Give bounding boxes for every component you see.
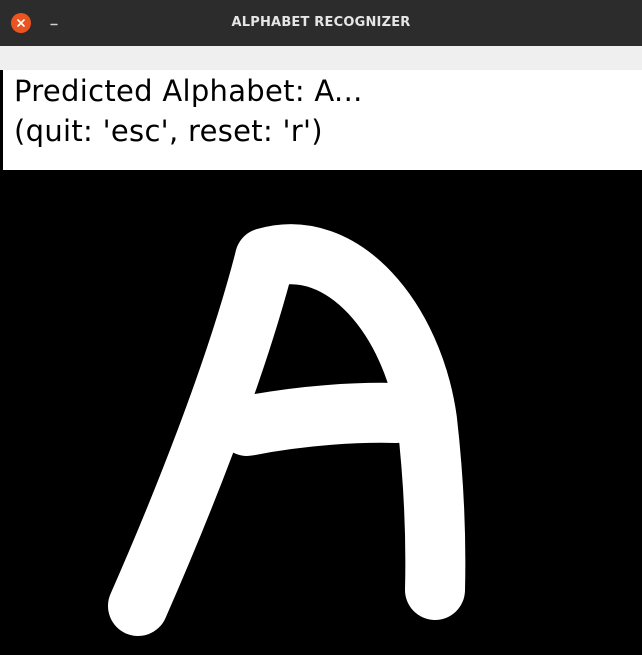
window-title: ALPHABET RECOGNIZER — [231, 15, 411, 30]
stroke-crossbar — [217, 382, 426, 456]
controls-hint: (quit: 'esc', reset: 'r') — [14, 114, 323, 148]
toolbar-strip — [0, 46, 642, 70]
prediction-banner: Predicted Alphabet: A... (quit: 'esc', r… — [3, 70, 642, 170]
drawing-area[interactable] — [3, 170, 642, 655]
prediction-text: Predicted Alphabet: A... — [14, 74, 363, 108]
drawn-letter-strokes — [108, 224, 466, 636]
title-bar[interactable]: ALPHABET RECOGNIZER — [0, 0, 642, 46]
drawing-canvas[interactable]: Predicted Alphabet: A... (quit: 'esc', r… — [3, 70, 642, 655]
app-window: ALPHABET RECOGNIZER Predicted Alphabet: … — [0, 0, 642, 655]
